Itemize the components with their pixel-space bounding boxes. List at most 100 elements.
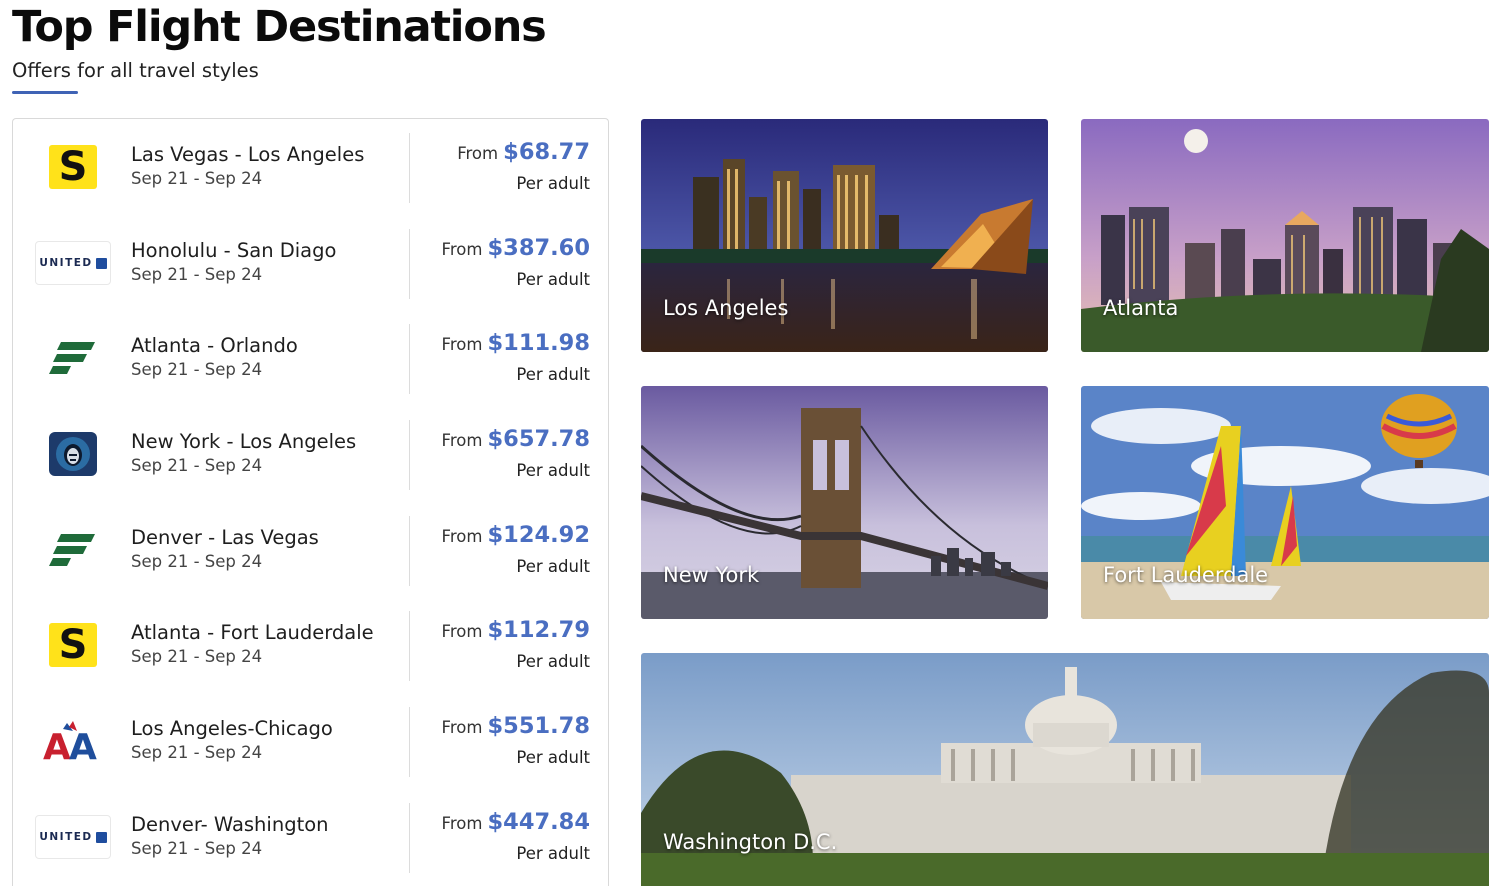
offer-price-box: From $68.77 Per adult <box>457 139 590 195</box>
price-per-label: Per adult <box>516 365 590 384</box>
united-globe-icon <box>95 257 107 269</box>
offer-price-box: From $551.78 Per adult <box>442 713 590 769</box>
price-per-label: Per adult <box>516 748 590 767</box>
offer-price-box: From $111.98 Per adult <box>442 330 590 386</box>
united-globe-icon <box>95 831 107 843</box>
frontier-logo-mark <box>49 342 95 374</box>
offer-dates: Sep 21 - Sep 24 <box>131 169 263 188</box>
american-logo-mark: A A <box>43 721 97 763</box>
offer-price: $387.60 <box>487 235 590 261</box>
offer-row-honolulu-san-diago[interactable]: UNITED Honolulu - San Diago Sep 21 - Sep… <box>13 215 608 311</box>
united-logo-mark: UNITED <box>35 815 111 859</box>
destination-tile-los-angeles[interactable]: Los Angeles <box>641 119 1048 352</box>
frontier-logo <box>35 522 111 578</box>
offer-route: Los Angeles-Chicago <box>131 717 333 740</box>
price-from-label: From <box>441 814 483 833</box>
offer-price: $657.78 <box>487 426 590 452</box>
spirit-logo: S <box>35 139 111 195</box>
offer-dates: Sep 21 - Sep 24 <box>131 456 263 475</box>
offer-dates: Sep 21 - Sep 24 <box>131 265 263 284</box>
divider <box>409 707 410 777</box>
alaska-logo-mark <box>49 432 97 476</box>
price-from-label: From <box>441 622 483 641</box>
united-logo-text: UNITED <box>39 257 93 269</box>
price-from-label: From <box>441 527 483 546</box>
price-per-label: Per adult <box>516 174 590 193</box>
spirit-logo: S <box>35 617 111 673</box>
offer-route: Atlanta - Orlando <box>131 334 298 357</box>
page-subtitle: Offers for all travel styles <box>12 59 259 82</box>
destination-name: Fort Lauderdale <box>1103 563 1269 587</box>
american-logo: A A <box>35 713 111 769</box>
offer-price: $124.92 <box>487 522 590 548</box>
divider <box>409 229 410 299</box>
offer-dates: Sep 21 - Sep 24 <box>131 743 263 762</box>
offer-route: Atlanta - Fort Lauderdale <box>131 621 374 644</box>
price-from-label: From <box>441 335 483 354</box>
price-from-label: From <box>457 144 499 163</box>
price-from-label: From <box>441 431 483 450</box>
destination-tile-fort-lauderdale[interactable]: Fort Lauderdale <box>1081 386 1489 619</box>
destination-name: Washington D.C. <box>663 830 838 854</box>
divider <box>409 516 410 586</box>
divider <box>409 133 410 203</box>
page-title: Top Flight Destinations <box>12 2 547 52</box>
divider <box>409 324 410 394</box>
flight-offers-list: S Las Vegas - Los Angeles Sep 21 - Sep 2… <box>12 118 609 886</box>
offer-dates: Sep 21 - Sep 24 <box>131 552 263 571</box>
destination-tile-new-york[interactable]: New York <box>641 386 1048 619</box>
divider <box>409 611 410 681</box>
price-per-label: Per adult <box>516 557 590 576</box>
title-underline <box>12 91 78 94</box>
price-from-label: From <box>441 240 483 259</box>
divider <box>409 420 410 490</box>
offer-price: $112.79 <box>487 617 590 643</box>
offer-price-box: From $657.78 Per adult <box>442 426 590 482</box>
offer-dates: Sep 21 - Sep 24 <box>131 839 263 858</box>
frontier-logo <box>35 330 111 386</box>
offer-row-atlanta-orlando[interactable]: Atlanta - Orlando Sep 21 - Sep 24 From $… <box>13 310 608 406</box>
destination-tile-atlanta[interactable]: Atlanta <box>1081 119 1489 352</box>
offer-price-box: From $124.92 Per adult <box>442 522 590 578</box>
american-logo-letter-a1: A <box>43 727 71 763</box>
offer-route: Denver - Las Vegas <box>131 526 319 549</box>
offer-price: $111.98 <box>487 330 590 356</box>
offer-row-los-angeles-chicago[interactable]: A A Los Angeles-Chicago Sep 21 - Sep 24 … <box>13 693 608 789</box>
price-from-label: From <box>441 718 483 737</box>
united-logo-mark: UNITED <box>35 241 111 285</box>
offer-price: $447.84 <box>487 809 590 835</box>
offer-route: Honolulu - San Diago <box>131 239 337 262</box>
american-logo-letter-a2: A <box>69 727 97 763</box>
price-per-label: Per adult <box>516 652 590 671</box>
offer-route: New York - Los Angeles <box>131 430 357 453</box>
price-per-label: Per adult <box>516 461 590 480</box>
spirit-logo-mark: S <box>49 145 97 189</box>
alaska-logo <box>35 426 111 482</box>
offer-row-denver-washington[interactable]: UNITED Denver- Washington Sep 21 - Sep 2… <box>13 789 608 885</box>
united-logo: UNITED <box>35 235 111 291</box>
offer-price-box: From $387.60 Per adult <box>442 235 590 291</box>
offer-route: Denver- Washington <box>131 813 329 836</box>
spirit-logo-mark: S <box>49 623 97 667</box>
offer-route: Las Vegas - Los Angeles <box>131 143 365 166</box>
price-per-label: Per adult <box>516 270 590 289</box>
offer-dates: Sep 21 - Sep 24 <box>131 647 263 666</box>
offer-price: $551.78 <box>487 713 590 739</box>
offer-price: $68.77 <box>503 139 590 165</box>
section-header: Top Flight Destinations Offers for all t… <box>12 0 547 94</box>
destination-name: Atlanta <box>1103 296 1179 320</box>
destination-tile-washington-dc[interactable]: Washington D.C. <box>641 653 1489 886</box>
divider <box>409 803 410 873</box>
offer-row-new-york-los-angeles[interactable]: New York - Los Angeles Sep 21 - Sep 24 F… <box>13 406 608 502</box>
offer-row-atlanta-fort-lauderdale[interactable]: S Atlanta - Fort Lauderdale Sep 21 - Sep… <box>13 597 608 693</box>
price-per-label: Per adult <box>516 844 590 863</box>
destination-name: Los Angeles <box>663 296 789 320</box>
frontier-logo-mark <box>49 534 95 566</box>
offer-row-las-vegas-los-angeles[interactable]: S Las Vegas - Los Angeles Sep 21 - Sep 2… <box>13 119 608 215</box>
offer-dates: Sep 21 - Sep 24 <box>131 360 263 379</box>
offer-row-denver-las-vegas[interactable]: Denver - Las Vegas Sep 21 - Sep 24 From … <box>13 502 608 598</box>
united-logo-text: UNITED <box>39 831 93 843</box>
united-logo: UNITED <box>35 809 111 865</box>
offer-price-box: From $112.79 Per adult <box>442 617 590 673</box>
alaska-face-icon <box>56 437 90 471</box>
